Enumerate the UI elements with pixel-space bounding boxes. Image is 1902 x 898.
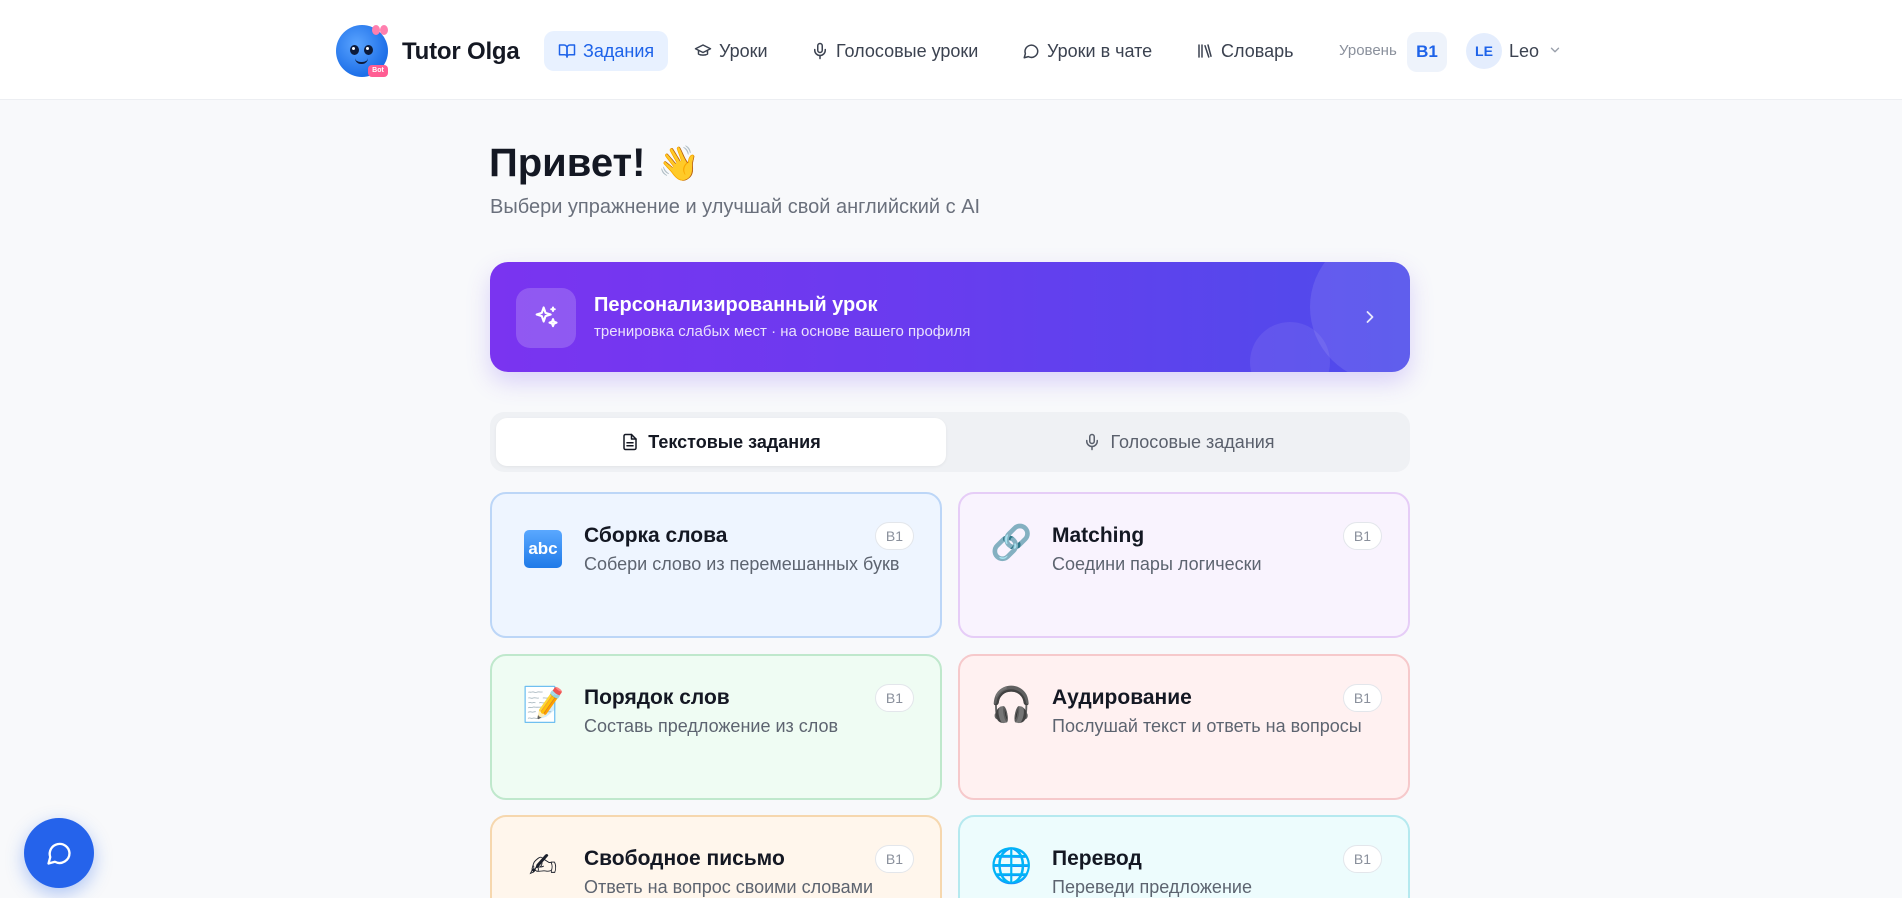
- card-description: Ответь на вопрос своими словами: [584, 877, 874, 897]
- tab-label: Текстовые задания: [648, 431, 821, 452]
- chevron-down-icon[interactable]: [1548, 43, 1562, 57]
- level-badge[interactable]: B1: [1407, 32, 1447, 72]
- user-name[interactable]: Leo: [1509, 41, 1539, 62]
- page-subtitle: Выбери упражнение и улучшай свой английс…: [490, 196, 981, 218]
- memo-icon: 📝: [522, 685, 565, 725]
- promo-subtitle: тренировка слабых мест · на основе вашег…: [594, 323, 971, 340]
- nav-item-label: Словарь: [1221, 40, 1294, 61]
- level-badge: B1: [1342, 684, 1382, 712]
- logo-bow: [372, 25, 388, 36]
- exercise-card-free-writing[interactable]: ✍ Свободное письмо Ответь на вопрос свои…: [490, 815, 942, 898]
- nav-item-lessons[interactable]: Уроки: [680, 31, 782, 71]
- promo-title: Персонализированный урок: [594, 294, 878, 316]
- globe-icon: 🌐: [990, 846, 1033, 886]
- card-title: Свободное письмо: [584, 847, 785, 870]
- level-badge: B1: [874, 684, 914, 712]
- link-icon: 🔗: [990, 523, 1033, 563]
- card-title: Порядок слов: [584, 686, 730, 709]
- sparkles-icon: [516, 288, 576, 348]
- writing-hand-icon: ✍: [528, 846, 558, 886]
- waving-hand-icon: 👋: [657, 143, 700, 184]
- logo-tag: Bot: [368, 65, 388, 77]
- logo-eye-right: [364, 45, 373, 55]
- task-type-tabs: Текстовые задания Голосовые задания: [490, 412, 1410, 472]
- abc-icon-glyph: abc: [524, 530, 562, 568]
- exercise-card-listening[interactable]: 🎧 Аудирование Послушай текст и ответь на…: [958, 654, 1410, 800]
- tab-text-tasks[interactable]: Текстовые задания: [496, 418, 946, 466]
- level-badge: B1: [1342, 845, 1382, 873]
- document-icon: [623, 433, 637, 451]
- personalized-lesson-banner[interactable]: Персонализированный урок тренировка слаб…: [490, 262, 1410, 372]
- exercise-card-word-order[interactable]: 📝 Порядок слов Составь предложение из сл…: [490, 654, 942, 800]
- nav-item-chat-lessons[interactable]: Уроки в чате: [1008, 31, 1166, 71]
- user-avatar[interactable]: LE: [1466, 33, 1502, 69]
- brand-name[interactable]: Tutor Olga: [402, 38, 520, 66]
- card-description: Переведи предложение: [1052, 877, 1252, 897]
- chevron-right-icon[interactable]: [1360, 307, 1380, 327]
- exercise-card-translation[interactable]: 🌐 Перевод Переведи предложение B1: [958, 815, 1410, 898]
- tab-voice-tasks[interactable]: Голосовые задания: [954, 418, 1404, 466]
- greeting-text: Привет!: [489, 141, 646, 185]
- nav-item-label: Уроки в чате: [1047, 40, 1153, 61]
- card-description: Составь предложение из слов: [584, 716, 839, 736]
- level-badge: B1: [874, 522, 914, 550]
- exercise-card-matching[interactable]: 🔗 Matching Соедини пары логически B1: [958, 492, 1410, 638]
- nav-item-dictionary[interactable]: Словарь: [1182, 31, 1307, 71]
- graduation-cap-icon: [694, 44, 712, 56]
- book-open-icon: [558, 44, 576, 58]
- card-title: Matching: [1052, 524, 1145, 547]
- card-title: Аудирование: [1052, 686, 1192, 709]
- nav-item-label: Голосовые уроки: [836, 40, 979, 61]
- top-navigation-bar: Bot Tutor Olga Задания Уроки Голосовые у…: [0, 0, 1902, 100]
- tutor-olga-logo-icon[interactable]: Bot: [336, 25, 388, 77]
- tab-label: Голосовые задания: [1110, 431, 1275, 452]
- microphone-icon: [814, 42, 826, 60]
- nav-item-tasks[interactable]: Задания: [544, 31, 669, 71]
- page-title: Привет! 👋: [489, 141, 700, 186]
- card-description: Собери слово из перемешанных букв: [584, 554, 900, 574]
- headphones-icon: 🎧: [990, 685, 1033, 725]
- library-icon: [1198, 44, 1212, 58]
- nav-item-label: Уроки: [719, 40, 768, 61]
- logo-eye-left: [350, 45, 359, 55]
- card-description: Соедини пары логически: [1052, 554, 1262, 574]
- card-title: Сборка слова: [584, 524, 728, 547]
- card-title: Перевод: [1052, 847, 1142, 870]
- chat-button[interactable]: [24, 818, 94, 888]
- chat-bubble-icon: [1023, 44, 1039, 59]
- logo-mouth: [355, 58, 368, 64]
- exercise-card-word-builder[interactable]: abc Сборка слова Собери слово из перемеш…: [490, 492, 942, 638]
- chat-bubble-icon: [47, 842, 71, 865]
- nav-item-voice-lessons[interactable]: Голосовые уроки: [797, 31, 992, 71]
- microphone-icon: [1086, 433, 1099, 451]
- card-description: Послушай текст и ответь на вопросы: [1052, 716, 1362, 736]
- abc-icon: abc: [522, 522, 564, 568]
- level-badge: B1: [874, 845, 914, 873]
- level-label: Уровень: [1339, 42, 1397, 59]
- nav-item-label: Задания: [583, 40, 655, 61]
- level-badge: B1: [1342, 522, 1382, 550]
